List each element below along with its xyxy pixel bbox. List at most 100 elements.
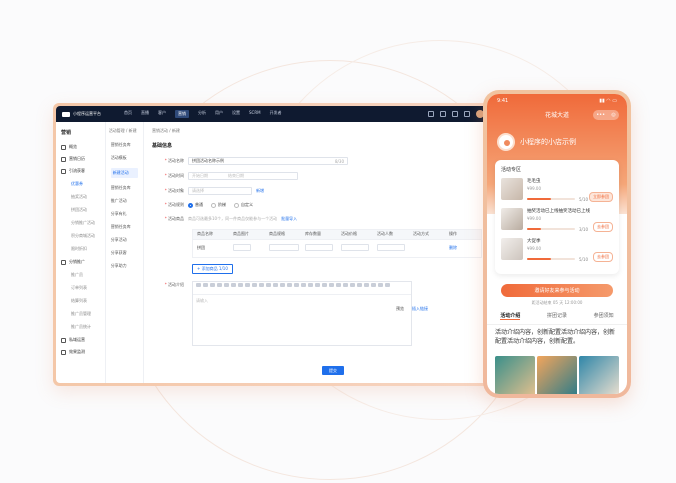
sidebar-group[interactable]: 营销日历	[61, 156, 100, 162]
top-nav-item[interactable]: 用户	[215, 110, 223, 118]
editor-tool-icon[interactable]	[371, 282, 376, 287]
activity-name-input[interactable]: 拼团活动名称示例 8/30	[188, 157, 348, 165]
sidebar-item[interactable]: 积分商城活动	[59, 233, 102, 239]
sidebar-item[interactable]: 拼团活动	[59, 207, 102, 213]
more-icon[interactable]: •••	[596, 112, 605, 118]
subnav-item[interactable]: 新建活动	[110, 168, 138, 178]
editor-tool-icon[interactable]	[301, 282, 306, 287]
phone-tab[interactable]: 活动介绍	[500, 312, 521, 320]
subnav-item[interactable]: 活动模板	[111, 155, 138, 161]
top-nav-item[interactable]: 开发者	[270, 110, 282, 118]
top-nav-item[interactable]: SCRM	[249, 110, 261, 118]
product-item[interactable]: 抽奖活动已上线抽奖活动已上线 ¥99.00 3/10 去参团	[501, 208, 613, 232]
audience-select[interactable]: 请选择	[188, 187, 252, 195]
editor-tool-icon[interactable]	[266, 282, 271, 287]
join-button[interactable]: 去参团	[593, 252, 613, 262]
top-nav-item[interactable]: 设置	[232, 110, 240, 118]
subnav-item[interactable]: 分享获客	[111, 250, 138, 256]
invite-button[interactable]: 邀请好友来参与活动	[501, 284, 613, 297]
add-product-button[interactable]: + 添加商品 1/10	[192, 263, 233, 274]
editor-tool-icon[interactable]	[238, 282, 243, 287]
sidebar-group[interactable]: 引流获客	[61, 168, 100, 174]
editor-content[interactable]: 请输入	[193, 295, 411, 345]
stock-input[interactable]	[305, 244, 333, 251]
join-button[interactable]: 立即参团	[589, 192, 613, 202]
sidebar-group[interactable]: 效果监测	[61, 349, 100, 355]
rule-radio[interactable]: 自定义	[234, 202, 253, 208]
editor-tool-icon[interactable]	[217, 282, 222, 287]
subnav-item[interactable]: 分享有礼	[111, 211, 138, 217]
editor-tool-icon[interactable]	[252, 282, 257, 287]
editor-tool-icon[interactable]	[329, 282, 334, 287]
editor-tool-icon[interactable]	[196, 282, 201, 287]
sidebar-item[interactable]: 推广员	[59, 272, 102, 278]
editor-tool-icon[interactable]	[315, 282, 320, 287]
editor-tool-icon[interactable]	[364, 282, 369, 287]
editor-tool-icon[interactable]	[308, 282, 313, 287]
product-item[interactable]: 大促季 ¥99.00 5/10 去参团	[501, 238, 613, 262]
mini-program-capsule[interactable]: ••• ◎	[593, 110, 619, 120]
sidebar-item[interactable]: 推广员管理	[59, 311, 102, 317]
editor-tool-icon[interactable]	[245, 282, 250, 287]
top-nav-item[interactable]: 直播	[141, 110, 149, 118]
subnav-item[interactable]: 推广活动	[111, 198, 138, 204]
sidebar-item[interactable]: 抽奖活动	[59, 194, 102, 200]
preview-tab[interactable]: 预览	[396, 306, 404, 312]
editor-tool-icon[interactable]	[294, 282, 299, 287]
product-image-cell[interactable]	[233, 244, 251, 251]
subnav-item[interactable]: 分享助力	[111, 263, 138, 269]
insert-link-tab[interactable]: 插入链接	[412, 306, 428, 312]
editor-tool-icon[interactable]	[378, 282, 383, 287]
editor-tool-icon[interactable]	[385, 282, 390, 287]
editor-tool-icon[interactable]	[273, 282, 278, 287]
sidebar-group[interactable]: 私域运营	[61, 337, 100, 343]
join-button[interactable]: 去参团	[593, 222, 613, 232]
subnav-item[interactable]: 营销任务库	[111, 142, 138, 148]
sidebar-group[interactable]: 概览	[61, 144, 100, 150]
date-range-picker[interactable]: 开始日期 结束日期	[188, 172, 298, 180]
sidebar-item[interactable]: 结算列表	[59, 298, 102, 304]
rule-radio[interactable]: 阶梯	[211, 202, 226, 208]
top-nav-item[interactable]: 客户	[158, 110, 166, 118]
close-icon[interactable]: ◎	[611, 112, 615, 118]
submit-button[interactable]: 提交	[322, 366, 344, 375]
editor-tool-icon[interactable]	[231, 282, 236, 287]
subnav-item[interactable]: 营销任务库	[111, 224, 138, 230]
message-icon[interactable]	[440, 111, 446, 117]
sidebar-item[interactable]: 推广员统计	[59, 324, 102, 330]
editor-tool-icon[interactable]	[357, 282, 362, 287]
editor-tool-icon[interactable]	[224, 282, 229, 287]
grid-icon[interactable]	[464, 111, 470, 117]
editor-tool-icon[interactable]	[210, 282, 215, 287]
editor-tool-icon[interactable]	[350, 282, 355, 287]
sidebar-item[interactable]: 限时折扣	[59, 246, 102, 252]
batch-import-link[interactable]: 批量导入	[281, 216, 297, 222]
rich-text-editor[interactable]: 请输入	[192, 280, 412, 346]
price-input[interactable]	[341, 244, 369, 251]
subnav-item[interactable]: 分享活动	[111, 237, 138, 243]
phone-tab[interactable]: 参团须知	[594, 312, 614, 320]
editor-tool-icon[interactable]	[259, 282, 264, 287]
audience-add-link[interactable]: 新增	[256, 188, 264, 194]
search-icon[interactable]	[428, 111, 434, 117]
sidebar-item[interactable]: 优惠券	[59, 181, 102, 187]
editor-tool-icon[interactable]	[287, 282, 292, 287]
editor-tool-icon[interactable]	[336, 282, 341, 287]
editor-tool-icon[interactable]	[343, 282, 348, 287]
people-input[interactable]	[377, 244, 405, 251]
product-item[interactable]: 毛毛虫 ¥99.00 5/10 立即参团	[501, 178, 613, 202]
sidebar-item[interactable]: 订单列表	[59, 285, 102, 291]
delete-link[interactable]: 删除	[445, 245, 457, 251]
rule-radio[interactable]: 普通	[188, 202, 203, 208]
subnav-item[interactable]: 营销任务库	[111, 185, 138, 191]
editor-tool-icon[interactable]	[203, 282, 208, 287]
editor-tool-icon[interactable]	[280, 282, 285, 287]
sidebar-item[interactable]: 分销推广活动	[59, 220, 102, 226]
top-nav-item[interactable]: 首页	[124, 110, 132, 118]
product-spec-input[interactable]	[269, 244, 299, 251]
phone-tab[interactable]: 拼团记录	[547, 312, 567, 320]
editor-tool-icon[interactable]	[322, 282, 327, 287]
top-nav-item[interactable]: 分析	[198, 110, 206, 118]
top-nav-item[interactable]: 营销	[175, 110, 189, 118]
help-icon[interactable]	[452, 111, 458, 117]
